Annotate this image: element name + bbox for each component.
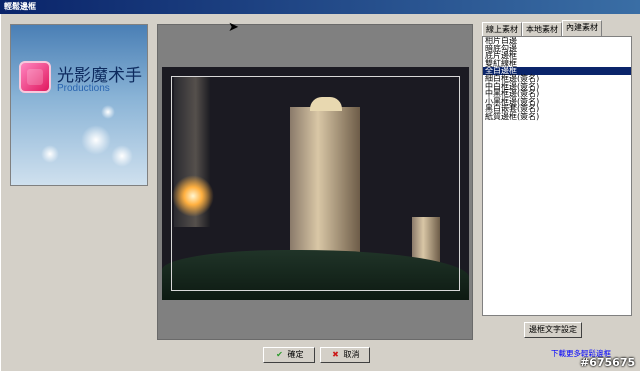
window-titlebar[interactable]: 輕鬆邊框: [0, 0, 640, 14]
cancel-button[interactable]: ✖ 取消: [320, 347, 370, 363]
white-frame-border: [171, 76, 460, 291]
window-title: 輕鬆邊框: [4, 2, 36, 11]
watermark: #675675: [580, 356, 636, 369]
frame-list[interactable]: 相片白邊 暗底勾邊 底片邊框 雙紅線框 全白邊框 細白框邊(簽名) 中白框邊(簽…: [482, 36, 632, 316]
preview-photo: [162, 67, 469, 300]
ok-button[interactable]: ✔ 確定: [263, 347, 315, 363]
checkmark-icon: ✔: [276, 350, 283, 359]
logo-subtitle: Productions: [57, 83, 110, 94]
app-logo-panel: 光影魔术手 Productions: [10, 24, 148, 186]
cancel-label: 取消: [343, 350, 360, 359]
ok-label: 確定: [287, 350, 304, 359]
preview-panel: [157, 24, 473, 340]
frame-text-settings-label: 邊框文字設定: [529, 325, 577, 334]
frame-text-settings-button[interactable]: 邊框文字設定: [524, 322, 582, 338]
tab-online-materials[interactable]: 線上素材: [482, 22, 522, 36]
tab-builtin-materials[interactable]: 內建素材: [562, 20, 602, 36]
mouse-pointer-icon: ➤: [228, 20, 239, 35]
tab-local-materials[interactable]: 本地素材: [522, 22, 562, 36]
app-logo-icon: [19, 61, 51, 93]
x-icon: ✖: [332, 350, 339, 359]
frame-list-item[interactable]: 紙質邊框(簽名): [483, 113, 631, 121]
